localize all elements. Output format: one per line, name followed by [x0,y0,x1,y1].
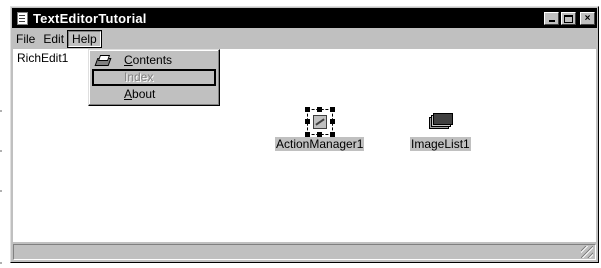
app-window: TextEditorTutorial × File Edit Help Rich… [10,6,599,263]
menu-edit[interactable]: Edit [39,31,68,47]
menu-file[interactable]: File [12,31,39,47]
about-accel: A [124,87,133,101]
action-manager-label: ActionManager1 [275,137,365,151]
minimize-button[interactable] [544,11,559,25]
app-icon[interactable] [15,11,29,25]
menu-bar: File Edit Help [12,30,597,48]
contents-accel: C [124,53,133,67]
book-icon [94,54,112,67]
image-list-icon [427,109,454,135]
close-button[interactable]: × [580,11,595,25]
image-list-label: ImageList1 [410,137,471,151]
window-title: TextEditorTutorial [33,10,147,26]
menu-help[interactable]: Help [67,30,102,48]
contents-rest: ontents [132,53,173,67]
screen: { "window": { "title": "TextEditorTutori… [0,0,601,268]
maximize-button[interactable] [561,11,576,25]
menu-item-about[interactable]: About [92,86,216,103]
richedit-component[interactable]: RichEdit1 [17,51,68,65]
action-manager-component[interactable]: ActionManager1 [275,107,365,151]
status-bar [13,244,596,260]
help-dropdown-menu: Contents Index About [88,49,220,106]
title-bar[interactable]: TextEditorTutorial × [12,8,597,28]
image-list-component[interactable]: ImageList1 [410,109,471,151]
action-manager-icon [304,107,335,137]
resize-grip-icon[interactable] [581,246,593,258]
about-rest: bout [132,87,156,101]
menu-item-contents[interactable]: Contents [92,52,216,69]
left-edge-marks [0,0,3,268]
menu-item-index[interactable]: Index [92,69,216,86]
